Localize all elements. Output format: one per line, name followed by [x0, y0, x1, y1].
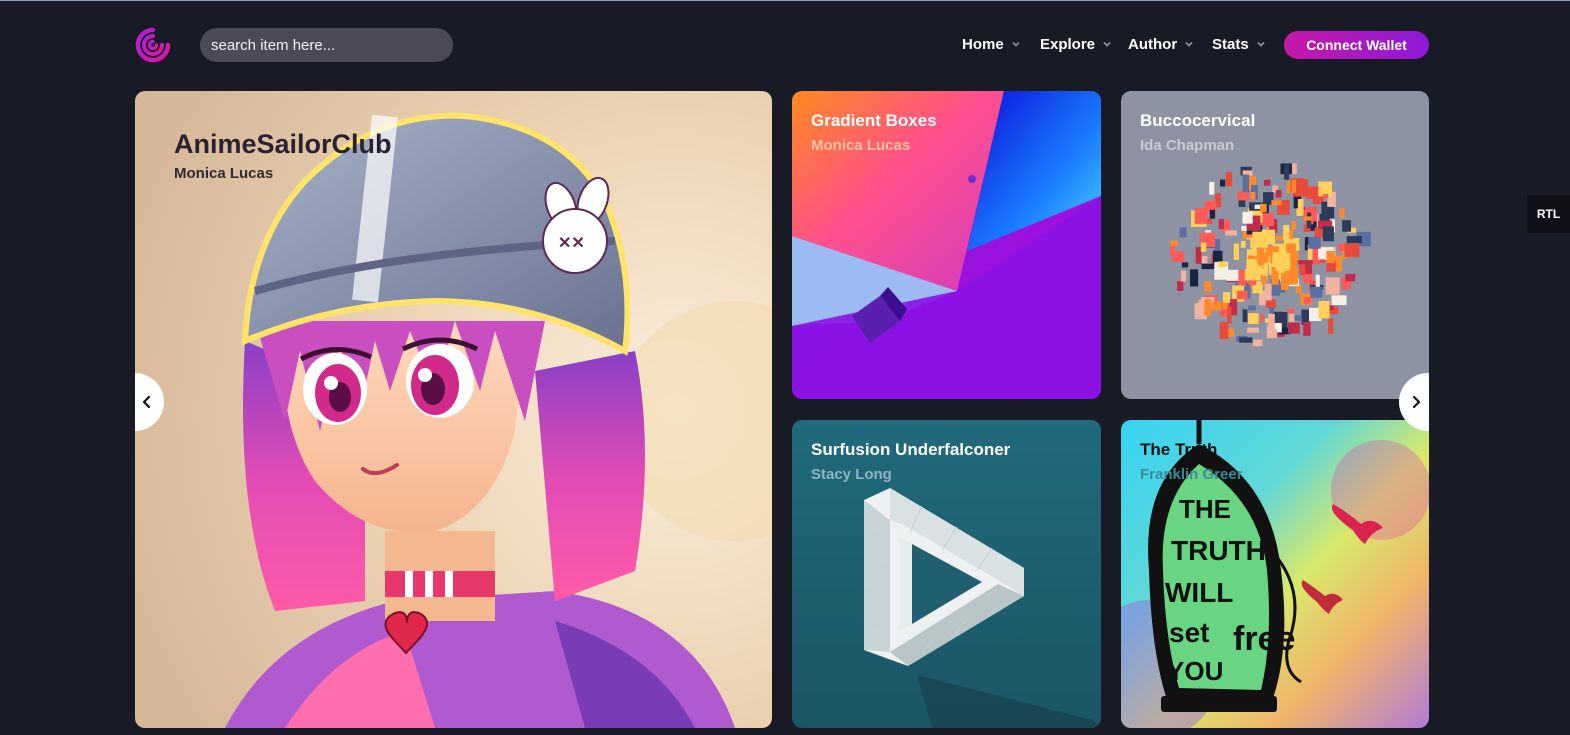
card-title: Gradient Boxes — [811, 111, 937, 130]
card-author[interactable]: Monica Lucas — [811, 137, 910, 154]
nav-explore-label: Explore — [1040, 35, 1096, 53]
spiral-logo-icon[interactable] — [134, 26, 172, 64]
nav-stats-label: Stats — [1212, 35, 1249, 53]
nft-card-buccocervical[interactable]: Buccocervical Ida Chapman — [1121, 91, 1429, 399]
card-author[interactable]: Stacy Long — [811, 466, 892, 483]
nav-explore[interactable]: Explore — [1040, 34, 1112, 54]
featured-nft-card[interactable]: ✕✕ AnimeSailorClub Monica Lucas — [135, 91, 772, 728]
anime-girl-artwork: ✕✕ — [135, 91, 772, 728]
chevron-left-icon — [142, 395, 151, 409]
card-author[interactable]: Franklin Greer — [1140, 466, 1243, 483]
chevron-down-icon — [1257, 41, 1265, 47]
nav-author-label: Author — [1128, 35, 1178, 53]
nav-stats[interactable]: Stats — [1212, 34, 1266, 54]
featured-author[interactable]: Monica Lucas — [174, 165, 273, 182]
svg-text:TRUTH: TRUTH — [1171, 535, 1266, 566]
svg-text:THE: THE — [1179, 494, 1231, 524]
svg-text:✕✕: ✕✕ — [558, 235, 585, 252]
chevron-down-icon — [1103, 41, 1111, 47]
chevron-down-icon — [1012, 41, 1020, 47]
card-title: Buccocervical — [1140, 111, 1256, 130]
search-box[interactable] — [200, 28, 453, 62]
nft-card-surfusion-underfalconer[interactable]: Surfusion Underfalconer Stacy Long — [792, 420, 1101, 728]
chevron-down-icon — [1185, 41, 1193, 47]
nft-card-gradient-boxes[interactable]: Gradient Boxes Monica Lucas — [792, 91, 1101, 399]
nav-author[interactable]: Author — [1128, 34, 1194, 54]
nav-home-label: Home — [962, 35, 1004, 53]
card-title: The Truth — [1140, 440, 1218, 459]
carousel-prev-button[interactable] — [135, 373, 164, 431]
top-border — [0, 0, 1570, 1]
card-author[interactable]: Ida Chapman — [1140, 137, 1234, 154]
nav-home[interactable]: Home — [962, 34, 1021, 54]
rtl-toggle[interactable]: RTL — [1527, 195, 1570, 233]
search-input[interactable] — [211, 36, 431, 54]
card-title: Surfusion Underfalconer — [811, 440, 1011, 459]
connect-wallet-button[interactable]: Connect Wallet — [1284, 31, 1429, 59]
svg-text:set: set — [1169, 617, 1209, 648]
nft-card-the-truth[interactable]: THE TRUTH WILL set YOU free The Truth Frankli… — [1121, 420, 1429, 728]
svg-text:WILL: WILL — [1165, 577, 1233, 608]
svg-text:YOU: YOU — [1167, 656, 1223, 686]
featured-title: AnimeSailorClub — [174, 129, 392, 159]
